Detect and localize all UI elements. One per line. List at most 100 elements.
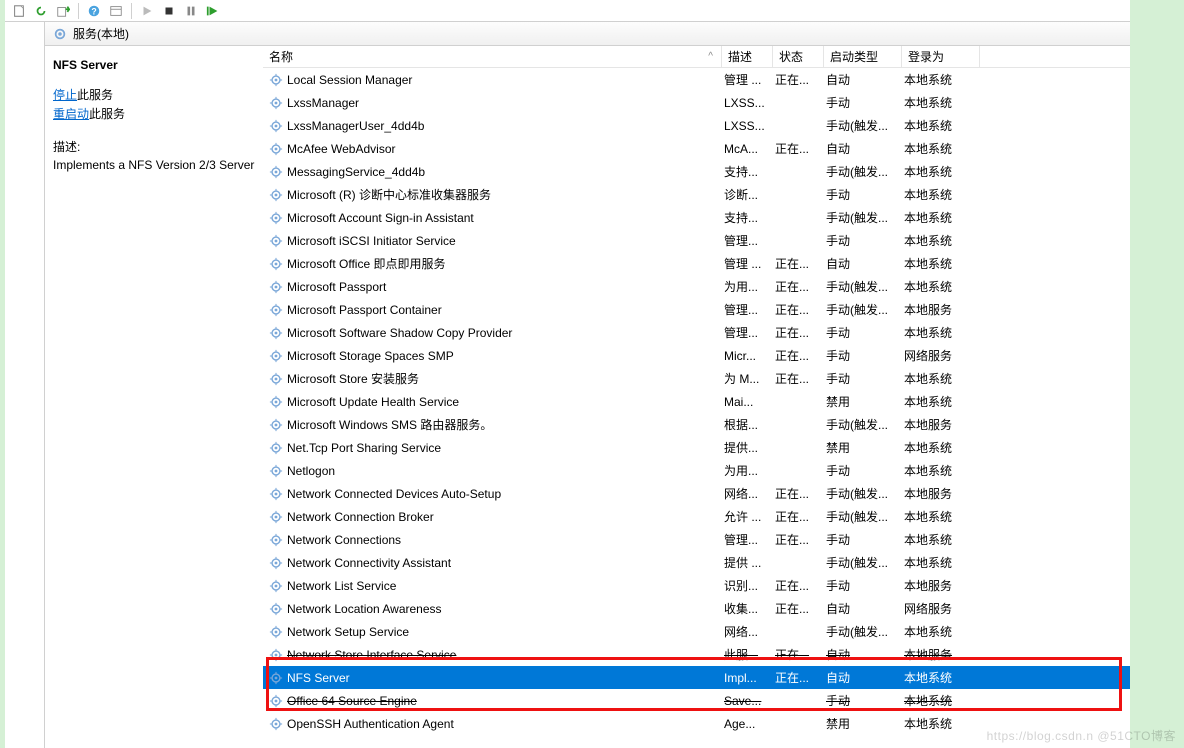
restart-link[interactable]: 重启动 bbox=[53, 107, 89, 121]
service-row[interactable]: McAfee WebAdvisorMcA...正在...自动本地系统 bbox=[263, 137, 1130, 160]
service-start: 手动 bbox=[824, 324, 902, 341]
service-row[interactable]: Microsoft iSCSI Initiator Service管理...手动… bbox=[263, 229, 1130, 252]
service-start: 手动 bbox=[824, 577, 902, 594]
toolbar: ? bbox=[5, 0, 1130, 22]
service-row[interactable]: Microsoft Store 安装服务为 M...正在...手动本地系统 bbox=[263, 367, 1130, 390]
desc-label: 描述: bbox=[53, 138, 255, 156]
service-row[interactable]: MessagingService_4dd4b支持...手动(触发...本地系统 bbox=[263, 160, 1130, 183]
toolbar-export-icon[interactable] bbox=[53, 2, 73, 20]
column-header-row: 名称 描述 状态 启动类型 登录为 bbox=[263, 46, 1130, 68]
service-row[interactable]: Network Connectivity Assistant提供 ...手动(触… bbox=[263, 551, 1130, 574]
service-state: 正在... bbox=[773, 324, 824, 341]
service-start: 手动(触发... bbox=[824, 485, 902, 502]
service-row[interactable]: Microsoft Windows SMS 路由器服务。根据...手动(触发..… bbox=[263, 413, 1130, 436]
service-logon: 网络服务 bbox=[902, 347, 980, 364]
toolbar-stop-icon[interactable] bbox=[159, 2, 179, 20]
services-window: ? 服务(本地) NFS Server 停止此服务 重启动此服务 bbox=[5, 0, 1130, 748]
service-row[interactable]: Network List Service识别...正在...手动本地服务 bbox=[263, 574, 1130, 597]
toolbar-divider bbox=[78, 3, 79, 19]
service-row[interactable]: LxssManagerLXSS...手动本地系统 bbox=[263, 91, 1130, 114]
col-name[interactable]: 名称 bbox=[263, 46, 722, 67]
service-row[interactable]: Network Location Awareness收集...正在...自动网络… bbox=[263, 597, 1130, 620]
service-start: 手动 bbox=[824, 232, 902, 249]
service-start: 手动(触发... bbox=[824, 554, 902, 571]
service-name: Microsoft Passport bbox=[287, 280, 386, 294]
service-row[interactable]: Office 64 Source EngineSave...手动本地系统 bbox=[263, 689, 1130, 712]
toolbar-pause-icon[interactable] bbox=[181, 2, 201, 20]
service-logon: 本地服务 bbox=[902, 577, 980, 594]
service-desc: 支持... bbox=[722, 209, 773, 226]
service-row[interactable]: Network Connection Broker允许 ...正在...手动(触… bbox=[263, 505, 1130, 528]
col-start[interactable]: 启动类型 bbox=[824, 46, 902, 67]
service-start: 手动 bbox=[824, 94, 902, 111]
service-row[interactable]: Microsoft (R) 诊断中心标准收集器服务诊断...手动本地系统 bbox=[263, 183, 1130, 206]
service-state: 正在... bbox=[773, 278, 824, 295]
service-state: 正在... bbox=[773, 508, 824, 525]
panel-title: 服务(本地) bbox=[73, 25, 129, 42]
service-logon: 本地系统 bbox=[902, 393, 980, 410]
service-start: 手动 bbox=[824, 186, 902, 203]
service-desc: 提供... bbox=[722, 439, 773, 456]
service-name: Local Session Manager bbox=[287, 73, 412, 87]
service-row[interactable]: Microsoft Account Sign-in Assistant 支持...… bbox=[263, 206, 1130, 229]
service-start: 自动 bbox=[824, 646, 902, 663]
service-name: Microsoft Update Health Service bbox=[287, 395, 459, 409]
service-logon: 本地系统 bbox=[902, 324, 980, 341]
service-name: Microsoft Account Sign-in Assistant bbox=[287, 211, 474, 225]
service-row[interactable]: Microsoft Office 即点即用服务管理 ...正在...自动本地系统 bbox=[263, 252, 1130, 275]
service-desc: 管理... bbox=[722, 531, 773, 548]
service-state: 正在... bbox=[773, 255, 824, 272]
service-logon: 本地系统 bbox=[902, 232, 980, 249]
service-start: 手动(触发... bbox=[824, 117, 902, 134]
service-name: McAfee WebAdvisor bbox=[287, 142, 396, 156]
service-start: 自动 bbox=[824, 140, 902, 157]
service-row[interactable]: Local Session Manager管理 ...正在...自动本地系统 bbox=[263, 68, 1130, 91]
service-row[interactable]: NFS ServerImpl...正在...自动本地系统 bbox=[263, 666, 1130, 689]
toolbar-help-icon[interactable]: ? bbox=[84, 2, 104, 20]
detail-title: NFS Server bbox=[53, 58, 255, 72]
stop-link[interactable]: 停止 bbox=[53, 88, 77, 102]
col-logon[interactable]: 登录为 bbox=[902, 46, 980, 67]
service-row[interactable]: LxssManagerUser_4dd4bLXSS...手动(触发...本地系统 bbox=[263, 114, 1130, 137]
service-row[interactable]: Net.Tcp Port Sharing Service提供...禁用本地系统 bbox=[263, 436, 1130, 459]
service-desc: LXSS... bbox=[722, 119, 773, 133]
service-row[interactable]: Network Store Interface Service此服...正在..… bbox=[263, 643, 1130, 666]
service-row[interactable]: Microsoft Passport Container管理...正在...手动… bbox=[263, 298, 1130, 321]
service-desc: 管理... bbox=[722, 232, 773, 249]
col-state[interactable]: 状态 bbox=[773, 46, 824, 67]
service-row[interactable]: OpenSSH Authentication AgentAge...禁用本地系统 bbox=[263, 712, 1130, 735]
toolbar-doc-icon[interactable] bbox=[9, 2, 29, 20]
toolbar-refresh-icon[interactable] bbox=[31, 2, 51, 20]
col-desc[interactable]: 描述 bbox=[722, 46, 773, 67]
rows-container[interactable]: Local Session Manager管理 ...正在...自动本地系统Lx… bbox=[263, 68, 1130, 748]
service-row[interactable]: Network Connected Devices Auto-Setup网络..… bbox=[263, 482, 1130, 505]
service-logon: 本地系统 bbox=[902, 669, 980, 686]
service-name: Microsoft Storage Spaces SMP bbox=[287, 349, 454, 363]
service-row[interactable]: Microsoft Storage Spaces SMPMicr...正在...… bbox=[263, 344, 1130, 367]
service-row[interactable]: Netlogon为用...手动本地系统 bbox=[263, 459, 1130, 482]
service-logon: 本地服务 bbox=[902, 646, 980, 663]
service-row[interactable]: Network Connections管理...正在...手动本地系统 bbox=[263, 528, 1130, 551]
service-desc: McA... bbox=[722, 142, 773, 156]
service-state: 正在... bbox=[773, 600, 824, 617]
service-row[interactable]: Microsoft Update Health ServiceMai...禁用本… bbox=[263, 390, 1130, 413]
service-start: 手动 bbox=[824, 531, 902, 548]
service-logon: 网络服务 bbox=[902, 600, 980, 617]
toolbar-play-icon[interactable] bbox=[137, 2, 157, 20]
toolbar-props-icon[interactable] bbox=[106, 2, 126, 20]
service-state: 正在... bbox=[773, 347, 824, 364]
service-row[interactable]: Network Setup Service网络...手动(触发...本地系统 bbox=[263, 620, 1130, 643]
service-row[interactable]: Microsoft Passport为用...正在...手动(触发...本地系统 bbox=[263, 275, 1130, 298]
service-start: 手动(触发... bbox=[824, 416, 902, 433]
service-logon: 本地系统 bbox=[902, 209, 980, 226]
service-row[interactable]: Microsoft Software Shadow Copy Provider管… bbox=[263, 321, 1130, 344]
service-name: MessagingService_4dd4b bbox=[287, 165, 425, 179]
stop-suffix: 此服务 bbox=[77, 88, 113, 102]
service-name: Netlogon bbox=[287, 464, 335, 478]
service-name: Network Connection Broker bbox=[287, 510, 434, 524]
service-logon: 本地系统 bbox=[902, 623, 980, 640]
toolbar-restart-icon[interactable] bbox=[203, 2, 223, 20]
service-state: 正在... bbox=[773, 140, 824, 157]
service-name: OpenSSH Authentication Agent bbox=[287, 717, 454, 731]
service-state: 正在... bbox=[773, 71, 824, 88]
